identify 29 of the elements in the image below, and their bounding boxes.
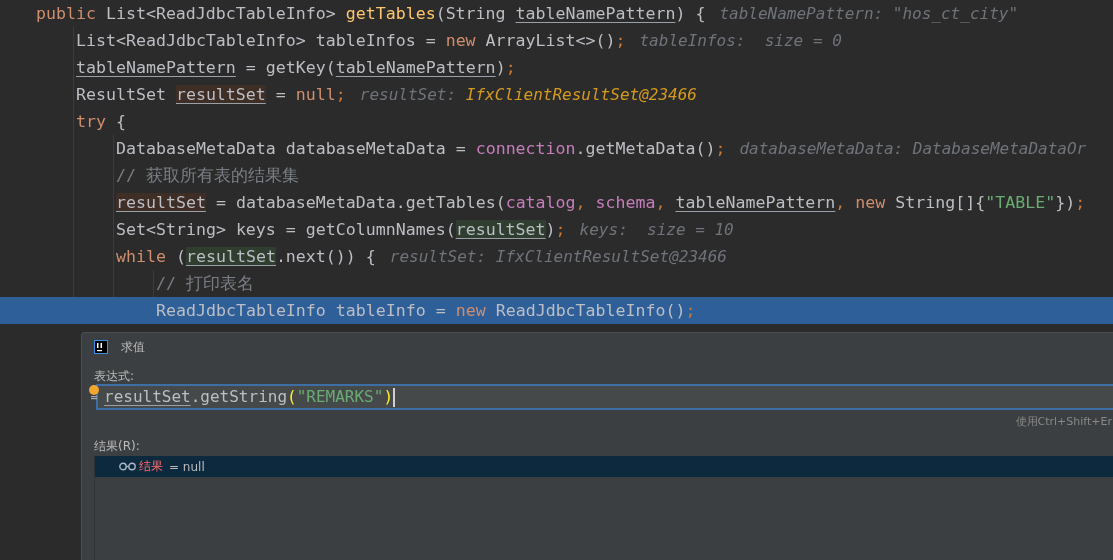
code-text: resultSet = databaseMetaData.getTables(catalog, schema, tableNamePattern, new String[]{"TABLE"}); bbox=[116, 192, 1086, 214]
shortcut-hint: 使用Ctrl+Shift+Er bbox=[1014, 414, 1112, 430]
app-logo-icon bbox=[94, 340, 108, 354]
code-text: // 打印表名 bbox=[156, 273, 254, 295]
code-text: DatabaseMetaData databaseMetaData = connection.getMetaData(); bbox=[116, 138, 726, 160]
code-text: // 获取所有表的结果集 bbox=[116, 165, 299, 187]
lightbulb-icon[interactable] bbox=[88, 384, 100, 400]
code-text: while (resultSet.next()) { bbox=[116, 246, 376, 268]
code-text: ResultSet resultSet = null; bbox=[76, 84, 346, 106]
result-label: 结果(R): bbox=[93, 438, 141, 454]
inline-hint: tableInfos: size = 0 bbox=[639, 30, 842, 52]
expression-label: 表达式: bbox=[93, 368, 136, 384]
inline-hint: tableNamePattern: "hos_ct_city" bbox=[719, 3, 1019, 25]
expression-field[interactable]: resultSet.getString("REMARKS") bbox=[96, 384, 1113, 410]
code-text: List<ReadJdbcTableInfo> tableInfos = new ArrayList<>(); bbox=[76, 30, 626, 52]
watch-glasses-icon bbox=[119, 462, 136, 471]
inline-hint: databaseMetaData: DatabaseMetaDataOr bbox=[739, 138, 1087, 160]
code-text: public List<ReadJdbcTableInfo> getTables(String tableNamePattern) { bbox=[36, 3, 706, 25]
code-text: ReadJdbcTableInfo tableInfo = new ReadJdbcTableInfo(); bbox=[156, 300, 696, 322]
result-name: 结果 bbox=[139, 458, 163, 475]
code-text: try { bbox=[76, 111, 126, 133]
dialog-title: 求值 bbox=[121, 338, 145, 356]
result-row[interactable]: 结果 = null bbox=[95, 456, 1113, 477]
code-text: tableNamePattern = getKey(tableNamePattern); bbox=[76, 57, 516, 79]
inline-hint: keys: size = 10 bbox=[579, 219, 734, 241]
code-text: Set<String> keys = getColumnNames(resultSet); bbox=[116, 219, 566, 241]
inline-hint: resultSet: IfxClientResultSet@23466 bbox=[359, 84, 697, 106]
result-value: = null bbox=[169, 459, 205, 474]
inline-hint: resultSet: IfxClientResultSet@23466 bbox=[389, 246, 727, 268]
